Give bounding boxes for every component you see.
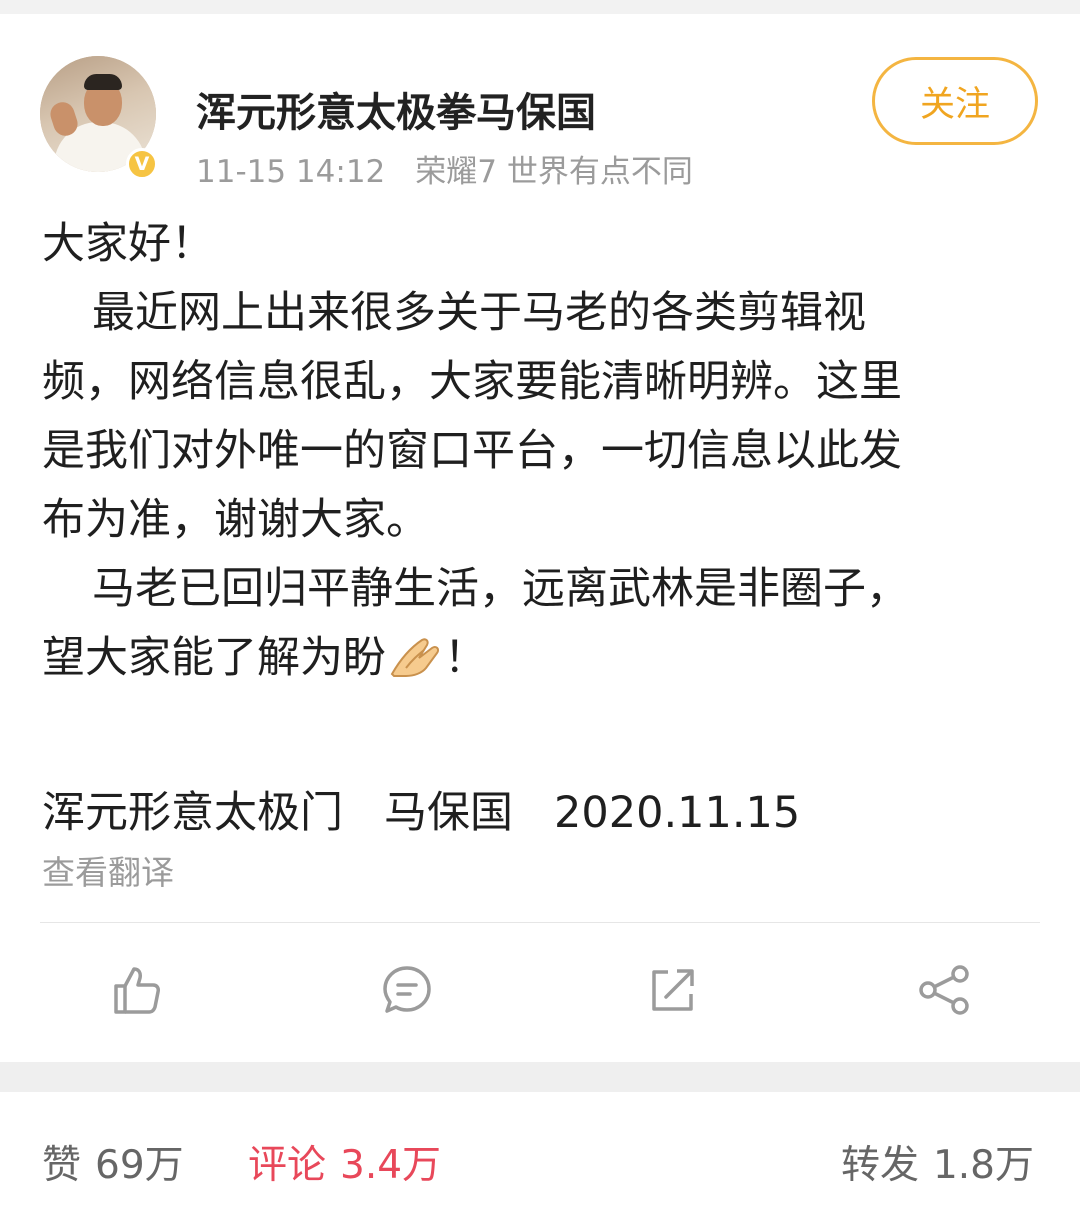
content-line: 频，网络信息很乱，大家要能清晰明辨。这里 <box>42 357 902 407</box>
content-text: 望大家能了解为盼 <box>42 633 386 683</box>
repost-action-button[interactable] <box>642 962 702 1018</box>
folded-hands-emoji-icon <box>390 638 440 677</box>
post-content: 大家好！ 最近网上出来很多关于马老的各类剪辑视 频，网络信息很乱，大家要能清晰明… <box>42 210 1042 693</box>
content-line: 大家好！ <box>42 219 214 269</box>
share-icon <box>919 965 969 1015</box>
divider <box>40 922 1040 923</box>
translate-link[interactable]: 查看翻译 <box>42 846 174 894</box>
thumbs-up-icon <box>114 967 160 1014</box>
repost-count: 1.8万 <box>932 1143 1034 1188</box>
content-line: 最近网上出来很多关于马老的各类剪辑视 <box>92 288 866 338</box>
comment-label: 评论 <box>248 1143 327 1188</box>
content-text: ！ <box>444 633 487 683</box>
comment-count-tab[interactable]: 评论 3.4万 <box>248 1134 441 1190</box>
post-signature: 浑元形意太极门 马保国 2020.11.15 <box>42 788 801 838</box>
weibo-post-card: V 浑元形意太极拳马保国 11-15 14:12 荣耀7 世界有点不同 关注 大家… <box>0 14 1080 1062</box>
like-count-tab[interactable]: 赞 69万 <box>42 1134 184 1190</box>
post-source: 荣耀7 世界有点不同 <box>415 154 693 190</box>
username[interactable]: 浑元形意太极拳马保国 <box>196 80 596 138</box>
repost-icon <box>652 969 694 1011</box>
share-action-button[interactable] <box>914 962 974 1018</box>
post-stats-bar: 赞 69万 评论 3.4万 转发 1.8万 <box>0 1092 1080 1212</box>
verified-badge-icon: V <box>126 148 158 180</box>
comment-action-button[interactable] <box>377 962 437 1018</box>
section-separator <box>0 1062 1080 1092</box>
like-action-button[interactable] <box>106 962 166 1018</box>
comment-count: 3.4万 <box>340 1143 442 1188</box>
avatar-hair <box>84 74 122 90</box>
content-line: 望大家能了解为盼 ！ <box>42 624 1042 693</box>
content-line: 是我们对外唯一的窗口平台，一切信息以此发 <box>42 426 902 476</box>
post-time: 11-15 14:12 <box>196 154 386 190</box>
follow-button[interactable]: 关注 <box>872 57 1038 145</box>
comment-icon <box>383 966 431 1013</box>
like-label: 赞 <box>42 1143 82 1188</box>
repost-count-tab[interactable]: 转发 1.8万 <box>841 1134 1034 1190</box>
top-separator <box>0 0 1080 14</box>
content-line: 布为准，谢谢大家。 <box>42 495 429 545</box>
content-line: 马老已回归平静生活，远离武林是非圈子， <box>92 564 909 614</box>
post-meta: 11-15 14:12 荣耀7 世界有点不同 <box>196 146 693 191</box>
repost-label: 转发 <box>840 1143 919 1188</box>
like-count: 69万 <box>95 1143 184 1188</box>
